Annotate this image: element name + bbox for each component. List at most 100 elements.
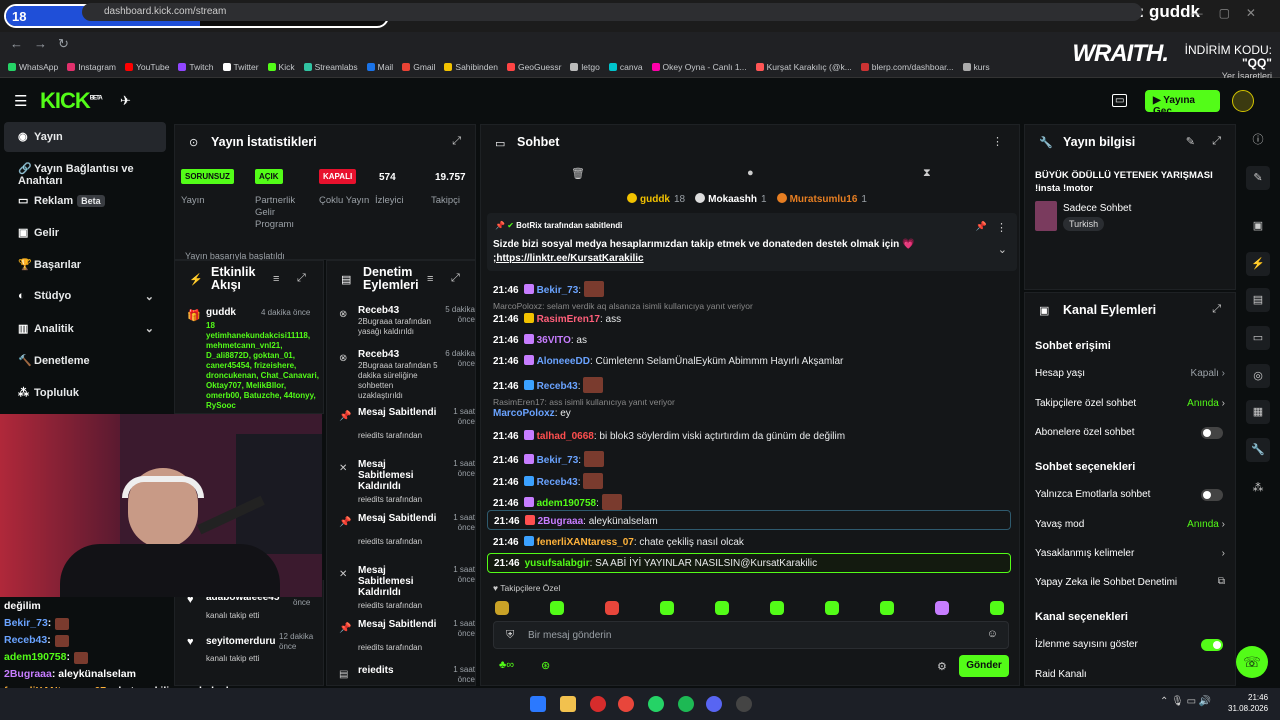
sidebar-item-analytics[interactable]: ▥ Analitik ⌄ — [4, 314, 166, 344]
chat-username[interactable]: fenerliXANtaress_07 — [537, 537, 634, 548]
chat-username[interactable]: Receb43 — [537, 381, 578, 392]
kick-logo[interactable]: KICKBETA — [40, 88, 103, 114]
tools-icon[interactable]: ✈ — [120, 93, 131, 109]
chat-message[interactable]: 21:46 yusufsalabgir: SA ABİ İYİ YAYINLAR … — [487, 553, 1011, 573]
bookmark-item[interactable]: kurs — [962, 62, 990, 72]
chat-username[interactable]: adem190758 — [537, 498, 597, 509]
more-icon[interactable]: ⋮ — [996, 221, 1007, 234]
subs-chat-toggle[interactable] — [1201, 427, 1223, 439]
top-gifter[interactable]: Muratsumlu16 1 — [776, 193, 867, 205]
whatsapp-icon[interactable] — [648, 696, 664, 712]
chrome-icon[interactable] — [618, 696, 634, 712]
emote-icon[interactable] — [990, 601, 1004, 615]
community-icon[interactable]: ⁂ — [1246, 476, 1270, 500]
obs-icon[interactable]: ▭ — [1112, 94, 1128, 107]
bookmark-item[interactable]: Gmail — [402, 62, 435, 72]
sidebar-item-broadcast[interactable]: ◉ Yayın — [4, 122, 166, 152]
chat-message[interactable]: MarcoPoloxz: ey — [493, 408, 571, 419]
edit-icon[interactable]: ✎ — [1186, 135, 1195, 148]
filter-icon[interactable]: ≡ — [427, 273, 433, 285]
chevron-down-icon[interactable]: ⌄ — [145, 322, 154, 335]
discord-icon[interactable] — [706, 696, 722, 712]
sidebar-item-ad[interactable]: ▭ Reklam Beta — [4, 186, 166, 216]
account-age-value[interactable]: Kapalı › — [1191, 368, 1225, 379]
chat-message[interactable]: 21:46 Bekir_73: — [493, 451, 604, 467]
expand-icon[interactable]: ⤢ — [1212, 135, 1221, 148]
info-icon[interactable]: ⓘ — [1246, 128, 1270, 152]
activity-user[interactable]: guddk — [206, 307, 236, 318]
followers-chat-setting[interactable]: Takipçilere özel sohbet — [1035, 398, 1136, 409]
event-title[interactable]: Mesaj Sabitlemesi Kaldırıldı — [358, 459, 438, 492]
chat-message[interactable]: 21:46 36VITO: as — [493, 334, 587, 346]
chat-bubble-icon[interactable]: ● — [747, 167, 754, 179]
menu-icon[interactable]: ☰ — [14, 92, 27, 110]
followers-chat-value[interactable]: Anında › — [1187, 398, 1225, 409]
category-name[interactable]: Sadece Sohbet — [1063, 203, 1131, 214]
bookmark-item[interactable]: Twitter — [222, 62, 259, 72]
sidebar-item-community[interactable]: ⁂ Topluluk — [4, 378, 166, 408]
wrench-icon[interactable]: 🔧 — [1246, 438, 1270, 462]
account-age-setting[interactable]: Hesap yaşı — [1035, 368, 1085, 379]
chat-message[interactable]: 21:46 Bekir_73: — [493, 281, 604, 297]
bookmark-item[interactable]: Kurşat Karakılıç (@k... — [755, 62, 852, 72]
forward-icon[interactable]: → — [34, 36, 47, 51]
media-icon[interactable]: ▣ — [1246, 214, 1270, 238]
clock[interactable]: 21:46 31.08.2026 — [1228, 692, 1268, 714]
sidebar-item-trophy[interactable]: 🏆 Başarılar — [4, 250, 166, 280]
event-title[interactable]: Mesaj Sabitlendi — [358, 513, 438, 524]
bookmark-item[interactable]: YouTube — [125, 62, 169, 72]
category-thumbnail[interactable] — [1035, 201, 1057, 231]
bookmark-item[interactable]: WhatsApp — [8, 62, 58, 72]
bolt-icon[interactable]: ⚡ — [1246, 252, 1270, 276]
pinned-link[interactable]: ;https://linktr.ee/KursatKarakilic — [493, 253, 644, 264]
bookmark-item[interactable]: blerp.com/dashboar... — [860, 62, 954, 72]
window-controls[interactable]: —▢✕ — [1191, 6, 1272, 20]
emote-icon[interactable] — [550, 601, 564, 615]
bookmark-item[interactable]: Mail — [366, 62, 393, 72]
banned-words-setting[interactable]: Yasaklanmış kelimeler — [1035, 548, 1134, 559]
chat-message[interactable]: 21:46 Receb43: — [493, 473, 604, 489]
expand-icon[interactable]: ⤢ — [451, 272, 460, 285]
ai-moderation-setting[interactable]: Yapay Zeka ile Sohbet Denetimi — [1035, 577, 1177, 588]
card-icon[interactable]: ▦ — [1246, 400, 1270, 424]
sidebar-item-link[interactable]: 🔗 Yayın Bağlantısı ve Anahtarı — [4, 154, 166, 187]
list-icon[interactable]: ▤ — [1246, 288, 1270, 312]
expand-icon[interactable]: ⤢ — [297, 272, 306, 285]
bookmark-item[interactable]: GeoGuessr — [506, 62, 561, 72]
target-icon[interactable]: ◎ — [1246, 364, 1270, 388]
kick-icon[interactable]: ⊛ — [541, 659, 550, 672]
send-button[interactable]: Gönder — [959, 655, 1009, 677]
raid-channel-setting[interactable]: Raid Kanalı — [1035, 669, 1087, 680]
event-title[interactable]: Mesaj Sabitlemesi Kaldırıldı — [358, 565, 438, 598]
sidebar-item-hammer[interactable]: 🔨 Denetleme — [4, 346, 166, 376]
filter-icon[interactable]: ≡ — [273, 273, 279, 285]
bookmark-item[interactable]: Instagram — [67, 62, 116, 72]
expand-icon[interactable]: ⤢ — [1212, 303, 1221, 316]
emote-icon[interactable] — [825, 601, 839, 615]
bookmark-item[interactable]: canva — [608, 62, 643, 72]
event-title[interactable]: Mesaj Sabitlendi — [358, 407, 438, 418]
chat-username[interactable]: Bekir_73 — [537, 455, 579, 466]
emote-icon[interactable] — [715, 601, 729, 615]
chat-message[interactable]: 21:46 AloneeeDD: Cümletenn SelamÜnalEyküm… — [493, 355, 843, 367]
chat-message[interactable]: 21:46 Receb43: — [493, 377, 604, 393]
chat-message[interactable]: 21:46 fenerliXANtaress_07: chate çekiliş … — [493, 536, 744, 548]
chat-username[interactable]: RasimEren17 — [537, 314, 600, 325]
emote-icon[interactable] — [880, 601, 894, 615]
gear-icon[interactable]: ⚙ — [937, 660, 947, 673]
points-icon[interactable]: ♣∞ — [499, 659, 514, 671]
chat-username[interactable]: yusufsalabgir — [525, 558, 590, 569]
edit-icon[interactable]: ✎ — [1246, 166, 1270, 190]
chat-message[interactable]: 21:46 adem190758: — [493, 494, 622, 510]
emote-icon[interactable] — [605, 601, 619, 615]
event-title[interactable]: Receb43 — [358, 305, 438, 316]
support-button[interactable]: ☏ — [1236, 646, 1268, 678]
viewer-count-toggle[interactable] — [1201, 639, 1223, 651]
emote-icon[interactable] — [495, 601, 509, 615]
chat-icon[interactable]: ▭ — [1246, 326, 1270, 350]
slow-mode-value[interactable]: Anında › — [1187, 519, 1225, 530]
tray-icons[interactable]: ⌃ 🎙 ▭ 🔊 — [1160, 696, 1211, 707]
chat-message[interactable]: 21:46 RasimEren17: ass — [493, 313, 621, 325]
trash-icon[interactable]: 🗑 — [571, 167, 585, 180]
external-link-icon[interactable]: ⧉ — [1218, 576, 1225, 587]
